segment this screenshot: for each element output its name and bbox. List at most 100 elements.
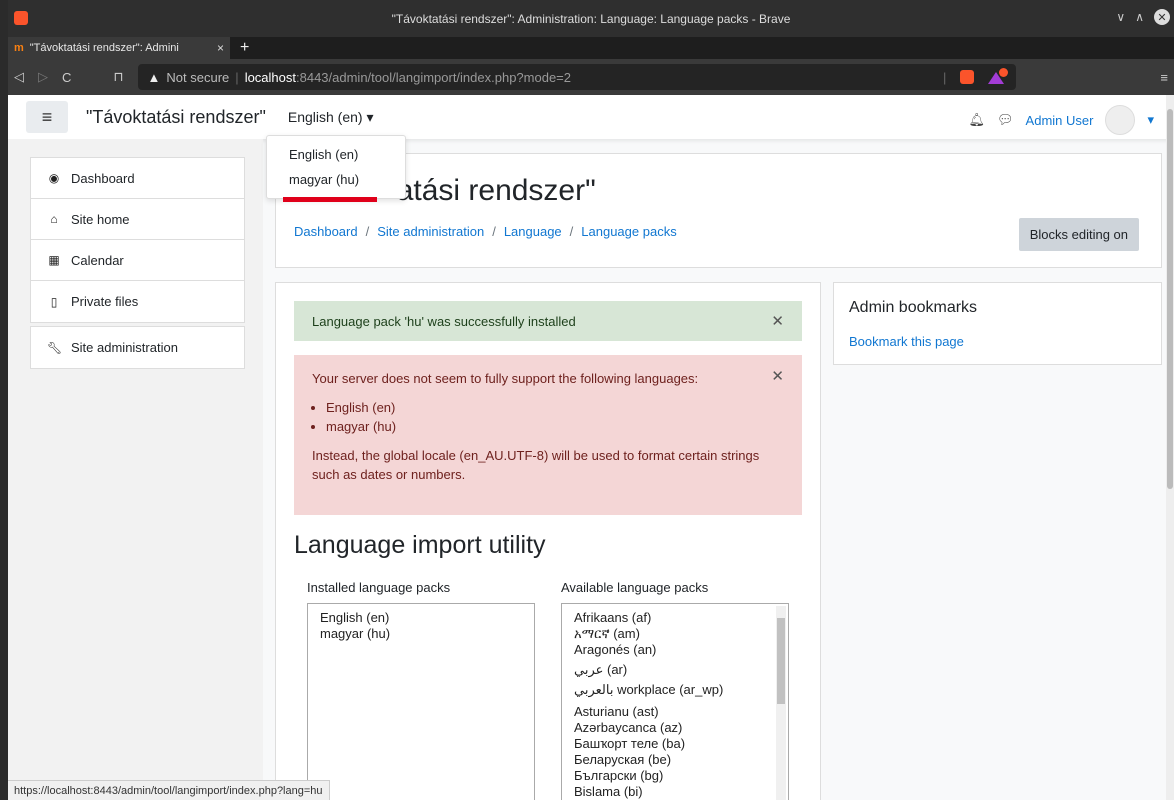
maximize-icon[interactable]: ∧ xyxy=(1135,10,1144,24)
breadcrumb-sep: / xyxy=(569,224,574,239)
page-content: ≡ "Távoktatási rendszer" English (en) ▾ … xyxy=(8,95,1174,800)
window-close-icon[interactable]: ✕ xyxy=(1154,9,1170,25)
nav-block-admin: 🔧︎ Site administration xyxy=(30,326,245,369)
nav-item-calendar[interactable]: ▦ Calendar xyxy=(31,240,244,281)
window-titlebar: "Távoktatási rendszer": Administration: … xyxy=(8,0,1174,37)
breadcrumb-dashboard[interactable]: Dashboard xyxy=(294,224,358,239)
browser-tab[interactable]: m "Távoktatási rendszer": Admini × xyxy=(8,37,230,59)
back-icon[interactable]: ◁ xyxy=(14,69,24,85)
success-alert: Language pack 'hu' was successfully inst… xyxy=(294,301,802,341)
bookmark-icon[interactable]: ⊓ xyxy=(113,69,123,85)
url-bar[interactable]: ▲ Not secure | localhost:8443/admin/tool… xyxy=(137,64,1017,90)
installed-label: Installed language packs xyxy=(307,580,451,595)
list-item: magyar (hu) xyxy=(326,417,784,436)
window-title: "Távoktatási rendszer": Administration: … xyxy=(391,11,791,26)
warning-icon: ▲ xyxy=(147,69,161,85)
nav-item-site-administration[interactable]: 🔧︎ Site administration xyxy=(31,327,244,368)
list-item[interactable]: Български (bg) xyxy=(574,768,776,784)
hamburger-icon: ≡ xyxy=(41,106,53,127)
nav-item-label: Site home xyxy=(71,211,130,227)
nav-item-private-files[interactable]: ▯ Private files xyxy=(31,281,244,322)
wrench-icon: 🔧︎ xyxy=(47,340,63,355)
nav-item-label: Private files xyxy=(71,294,139,309)
scrollbar-thumb[interactable] xyxy=(1167,109,1173,489)
user-nav: 🔔︎ 💬︎ Admin User ▾ xyxy=(969,105,1154,135)
chat-icon[interactable]: 💬︎ xyxy=(997,112,1014,128)
reload-icon[interactable]: C xyxy=(62,70,71,85)
list-item[interactable]: Azərbaycanca (az) xyxy=(574,720,776,736)
list-item[interactable]: English (en) xyxy=(320,610,522,626)
user-name[interactable]: Admin User xyxy=(1026,113,1094,128)
avatar[interactable] xyxy=(1105,105,1136,135)
scrollbar-thumb[interactable] xyxy=(777,618,785,704)
unsupported-language-list: English (en) magyar (hu) xyxy=(326,398,784,436)
error-alert-outro: Instead, the global locale (en_AU.UTF-8)… xyxy=(312,448,760,482)
url-path: :8443/admin/tool/langimport/index.php?mo… xyxy=(296,69,571,85)
available-label: Available language packs xyxy=(561,580,709,595)
tab-strip: m "Távoktatási rendszer": Admini × + xyxy=(8,37,1174,59)
list-item[interactable]: አማርኛ (am) xyxy=(574,626,776,642)
breadcrumb-site-administration[interactable]: Site administration xyxy=(377,224,484,239)
main-region: Language pack 'hu' was successfully inst… xyxy=(275,282,821,800)
nav-item-site-home[interactable]: ⌂ Site home xyxy=(31,199,244,240)
tab-title: "Távoktatási rendszer": Admini xyxy=(29,42,179,54)
close-icon[interactable]: ✕ xyxy=(771,367,784,386)
breadcrumb-language[interactable]: Language xyxy=(504,224,562,239)
language-dropdown: English (en) magyar (hu) xyxy=(266,135,406,199)
minimize-icon[interactable]: ∨ xyxy=(1116,10,1125,24)
bell-icon[interactable]: 🔔︎ xyxy=(969,112,986,128)
blocks-editing-button[interactable]: Blocks editing on xyxy=(1018,218,1139,251)
error-alert-intro: Your server does not seem to fully suppo… xyxy=(312,371,699,386)
nav-item-dashboard[interactable]: ◉ Dashboard xyxy=(31,158,244,199)
moodle-favicon-icon: m xyxy=(14,42,24,54)
brave-logo-icon xyxy=(14,11,28,25)
close-icon[interactable]: ✕ xyxy=(771,312,784,330)
page-header: "Távoktatási rendszer" Dashboard/ Site a… xyxy=(275,153,1162,268)
bookmarks-title: Admin bookmarks xyxy=(849,299,978,316)
nav-drawer: ◉ Dashboard ⌂ Site home ▦ Calendar ▯ Private… xyxy=(8,139,263,800)
user-menu-chevron-icon[interactable]: ▾ xyxy=(1147,112,1154,128)
list-item[interactable]: magyar (hu) xyxy=(320,626,522,642)
page-title-visible: atási rendszer" xyxy=(396,174,596,207)
list-item[interactable]: Башҡорт теле (ba) xyxy=(574,736,776,752)
bookmark-this-page-link[interactable]: Bookmark this page xyxy=(849,334,964,349)
import-heading: Language import utility xyxy=(294,531,546,559)
list-item[interactable]: بالعربي workplace (ar_wp) xyxy=(574,682,776,698)
nav-block: ◉ Dashboard ⌂ Site home ▦ Calendar ▯ Private… xyxy=(30,157,245,323)
list-item[interactable]: عربي (ar) xyxy=(574,662,776,678)
language-menu[interactable]: English (en) ▾ xyxy=(288,109,374,126)
site-navbar: ≡ "Távoktatási rendszer" English (en) ▾ … xyxy=(8,95,1174,139)
language-option-hu[interactable]: magyar (hu) xyxy=(267,167,405,192)
list-item[interactable]: Bislama (bi) xyxy=(574,784,776,800)
brave-shields-icon[interactable] xyxy=(960,70,975,84)
installed-languages-select[interactable]: English (en) magyar (hu) xyxy=(307,603,535,800)
menu-icon[interactable]: ≡ xyxy=(1160,70,1168,85)
page-scrollbar[interactable] xyxy=(1166,95,1174,800)
url-host: localhost xyxy=(244,69,296,85)
drawer-toggle-button[interactable]: ≡ xyxy=(26,101,68,133)
brave-rewards-icon[interactable] xyxy=(988,68,1009,84)
new-tab-button[interactable]: + xyxy=(230,37,259,59)
listbox-scrollbar[interactable] xyxy=(776,606,786,800)
file-icon: ▯ xyxy=(50,294,58,309)
list-item[interactable]: Asturianu (ast) xyxy=(574,704,776,720)
browser-window: "Távoktatási rendszer": Administration: … xyxy=(8,0,1174,800)
breadcrumb-sep: / xyxy=(365,224,370,239)
admin-bookmarks-block: Admin bookmarks Bookmark this page xyxy=(833,282,1162,365)
dashboard-icon: ◉ xyxy=(48,171,60,185)
nav-item-label: Site administration xyxy=(71,340,178,355)
url-separator: | xyxy=(235,69,239,85)
list-item[interactable]: Беларуская (be) xyxy=(574,752,776,768)
site-name[interactable]: "Távoktatási rendszer" xyxy=(86,107,266,128)
forward-icon[interactable]: ▷ xyxy=(38,69,48,85)
list-item[interactable]: Aragonés (an) xyxy=(574,642,776,658)
breadcrumb-language-packs[interactable]: Language packs xyxy=(581,224,676,239)
list-item: English (en) xyxy=(326,398,784,417)
breadcrumb-sep: / xyxy=(492,224,496,239)
list-item[interactable]: Afrikaans (af) xyxy=(574,610,776,626)
language-option-en[interactable]: English (en) xyxy=(267,142,405,167)
breadcrumb: Dashboard / Site administration / Language… xyxy=(294,224,677,239)
available-languages-select[interactable]: Afrikaans (af) አማርኛ (am) Aragonés (an) ع… xyxy=(561,603,789,800)
tab-close-icon[interactable]: × xyxy=(217,41,224,55)
url-separator-2: | xyxy=(943,69,947,85)
